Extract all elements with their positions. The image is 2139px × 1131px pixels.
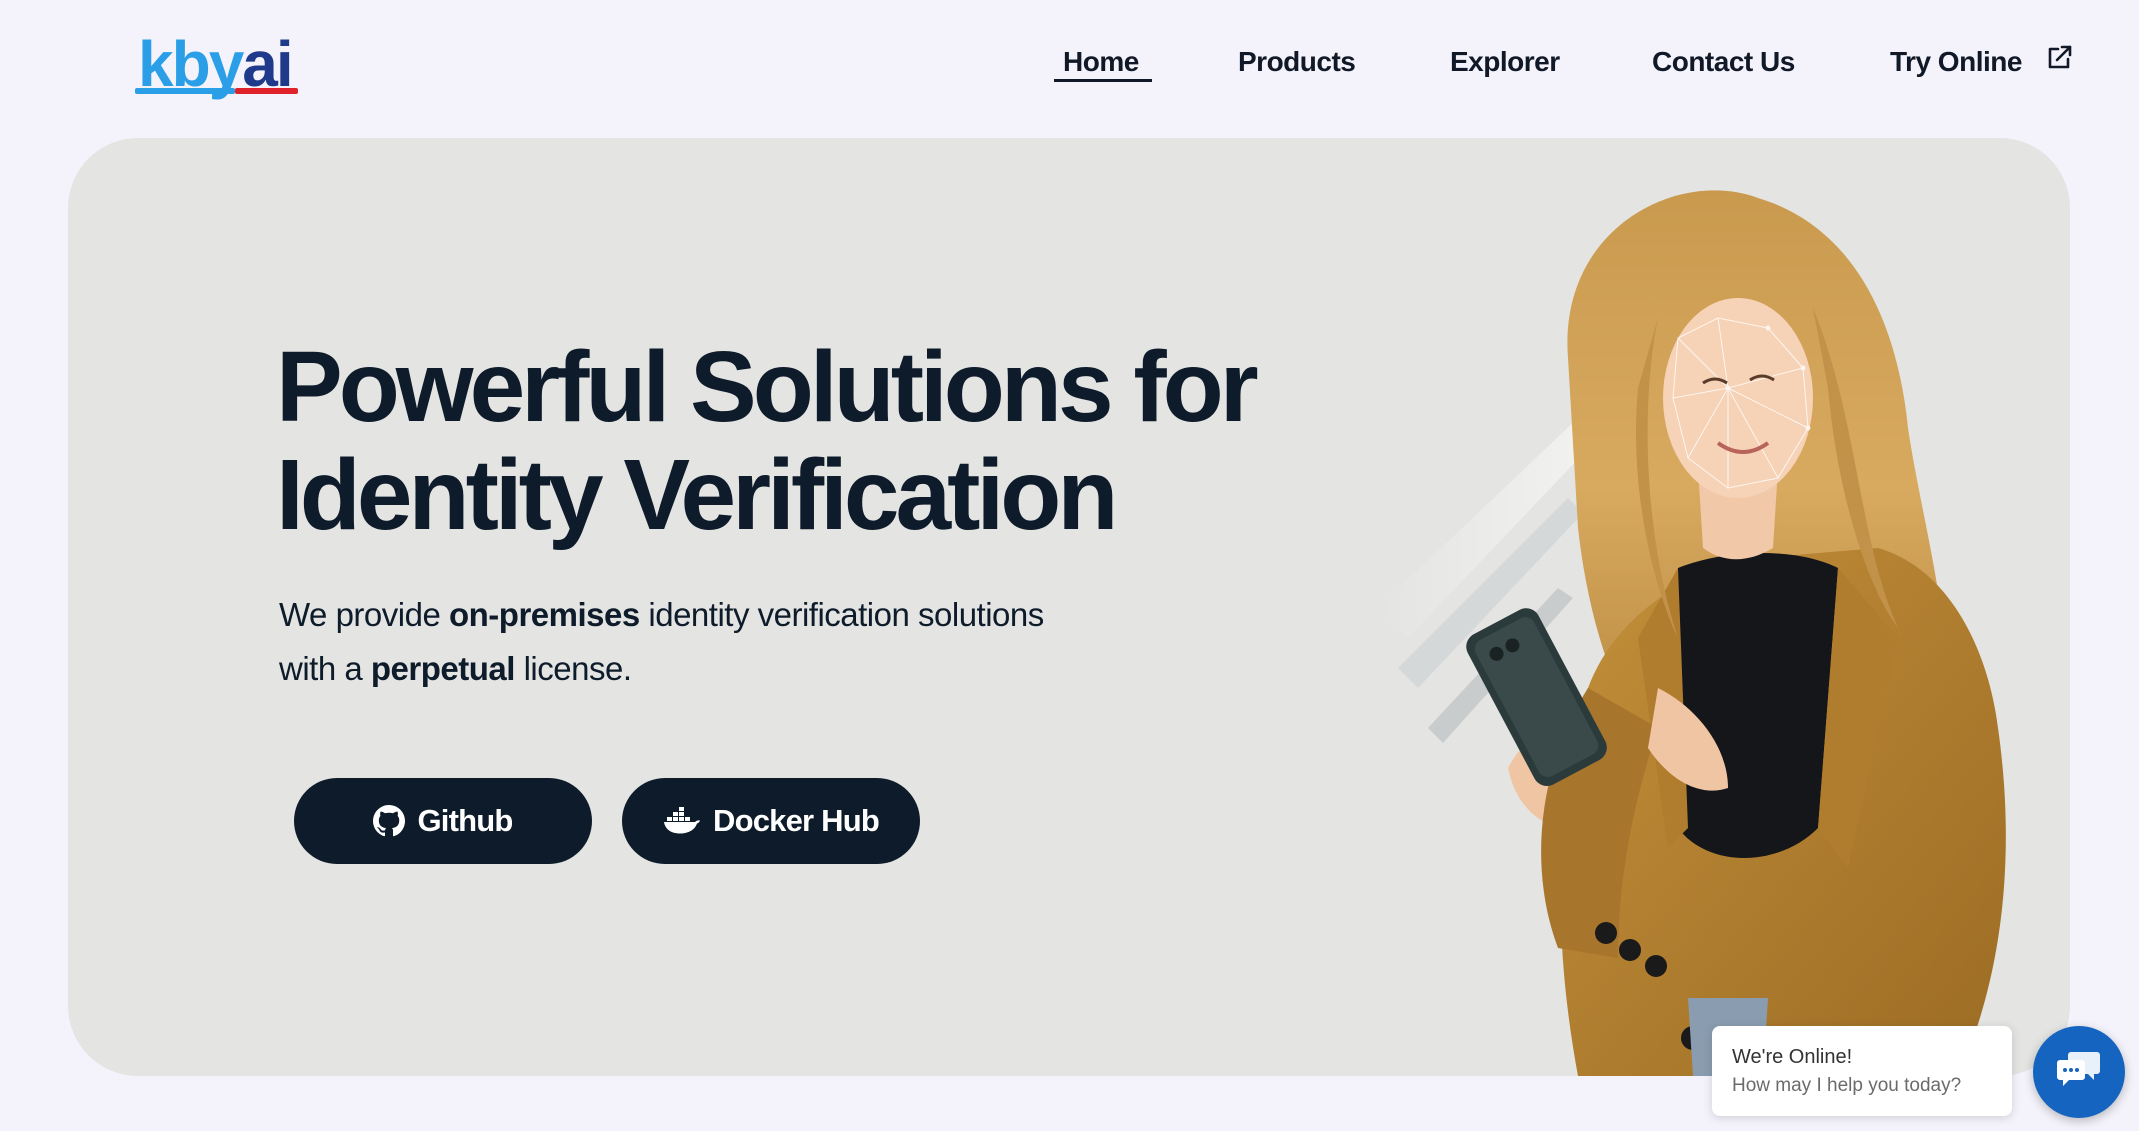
woman-with-phone-illustration	[1378, 190, 2006, 1076]
perpetual-emphasis: perpetual	[370, 650, 516, 687]
site-header: kbyai Home Products Explorer Contact Us …	[0, 0, 2139, 130]
nav-home-active-indicator	[1054, 79, 1152, 82]
nav-contact-us[interactable]: Contact Us	[1652, 40, 1795, 84]
external-link-icon[interactable]	[2045, 44, 2073, 72]
docker-hub-button[interactable]: Docker Hub	[622, 778, 920, 864]
on-premises-emphasis: on-premises	[448, 596, 640, 633]
page: kbyai Home Products Explorer Contact Us …	[0, 0, 2139, 1131]
chat-icon	[2057, 1050, 2101, 1095]
hero-title-line-2: Identity Verification	[276, 439, 1118, 551]
chat-status-text: We're Online!	[1732, 1046, 1853, 1068]
hero-title-line-1: Powerful Solutions for	[276, 331, 1259, 443]
github-button[interactable]: Github	[294, 778, 592, 864]
docker-hub-button-label: Docker Hub	[713, 803, 880, 838]
hero-section: Powerful Solutions for Identity Verifica…	[68, 138, 2070, 1076]
logo-underline-red	[235, 88, 298, 94]
hero-title: Powerful Solutions for Identity Verifica…	[276, 333, 1376, 549]
chat-greeting-bubble[interactable]: We're Online! How may I help you today?	[1712, 1026, 2012, 1116]
nav-explorer[interactable]: Explorer	[1450, 40, 1560, 84]
chat-prompt-text: How may I help you today?	[1732, 1075, 1962, 1096]
docker-icon	[663, 806, 701, 836]
kbyai-logo[interactable]: kbyai	[135, 28, 300, 100]
chat-launcher-button[interactable]	[2033, 1026, 2125, 1118]
github-icon	[373, 805, 406, 837]
github-button-label: Github	[417, 803, 513, 838]
logo-underline-blue	[135, 88, 235, 94]
nav-try-online[interactable]: Try Online	[1890, 40, 2022, 84]
nav-products[interactable]: Products	[1238, 40, 1356, 84]
nav-home[interactable]: Home	[1063, 40, 1139, 84]
hero-subtitle: We provide on-premises identity verifica…	[279, 596, 1044, 687]
